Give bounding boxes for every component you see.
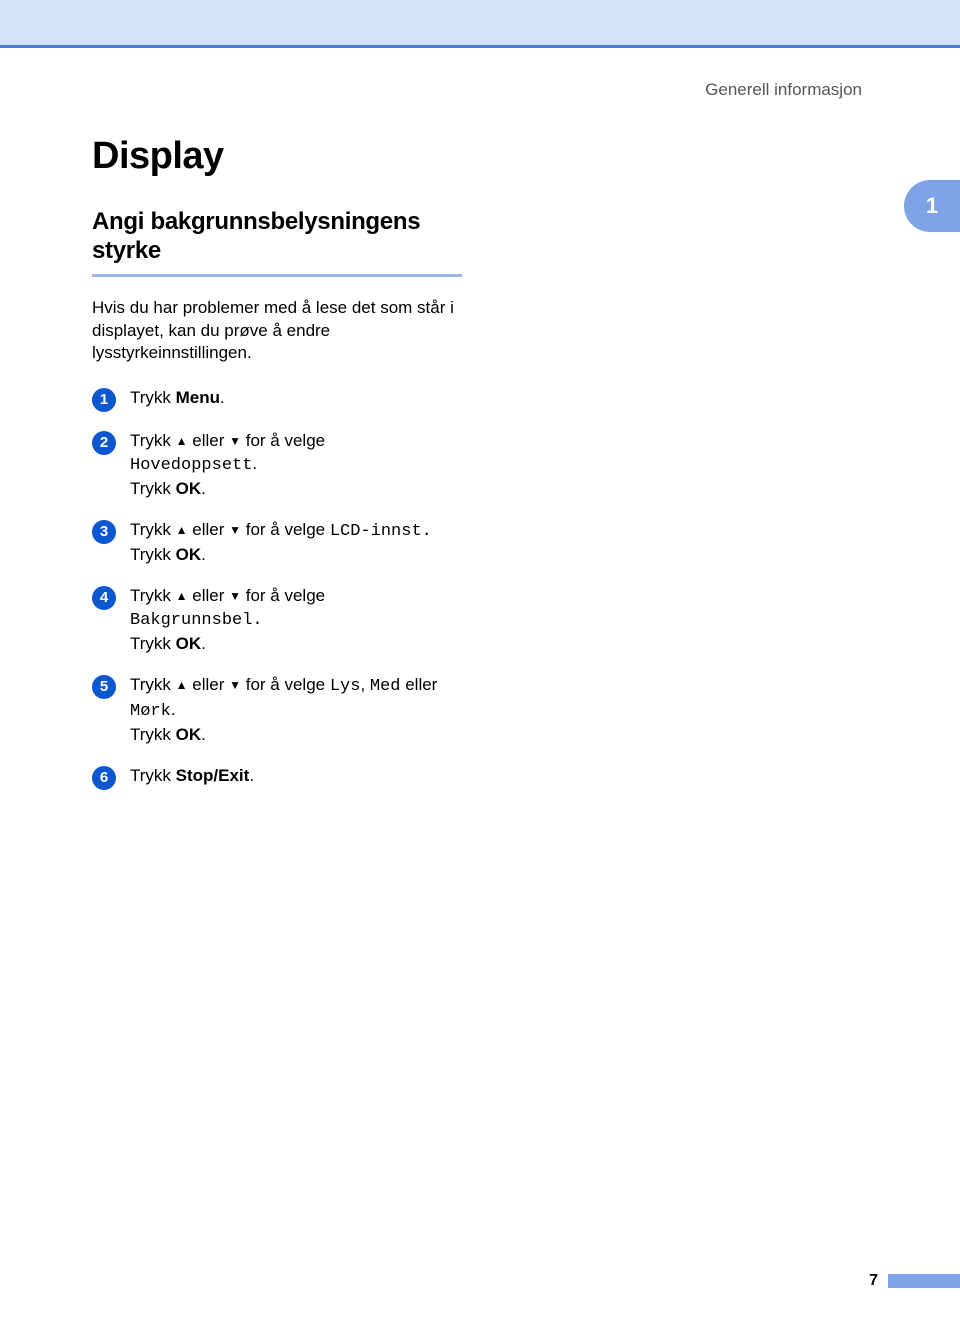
- button-label: OK: [176, 479, 202, 498]
- down-arrow-icon: ▼: [229, 523, 241, 537]
- button-label: OK: [176, 545, 202, 564]
- text: Trykk: [130, 479, 176, 498]
- text: Trykk: [130, 586, 176, 605]
- step-5: 5 Trykk ▲ eller ▼ for å velge Lys, Med e…: [92, 674, 462, 747]
- menu-option: Mørk: [130, 702, 171, 721]
- step-text: Trykk ▲ eller ▼ for å velge Bakgrunnsbel…: [130, 585, 462, 656]
- up-arrow-icon: ▲: [176, 523, 188, 537]
- text: eller: [188, 586, 230, 605]
- step-badge: 2: [92, 431, 116, 455]
- text: ,: [360, 675, 369, 694]
- chapter-tab: 1: [904, 180, 960, 232]
- button-label: OK: [176, 634, 202, 653]
- step-text: Trykk ▲ eller ▼ for å velge Lys, Med ell…: [130, 674, 462, 747]
- text: .: [201, 634, 206, 653]
- down-arrow-icon: ▼: [229, 589, 241, 603]
- down-arrow-icon: ▼: [229, 434, 241, 448]
- text: Trykk: [130, 634, 176, 653]
- up-arrow-icon: ▲: [176, 589, 188, 603]
- text: .: [201, 479, 206, 498]
- page: Generell informasjon 1 Display Angi bakg…: [0, 0, 960, 1320]
- step-text: Trykk Menu.: [130, 387, 462, 412]
- text: Trykk: [130, 725, 176, 744]
- button-label: Menu: [176, 388, 220, 407]
- text: eller: [188, 431, 230, 450]
- text: .: [220, 388, 225, 407]
- text: Trykk: [130, 431, 176, 450]
- text: eller: [188, 520, 230, 539]
- step-1: 1 Trykk Menu.: [92, 387, 462, 412]
- text: .: [171, 700, 176, 719]
- step-text: Trykk ▲ eller ▼ for å velge Hovedoppsett…: [130, 430, 462, 501]
- step-4: 4 Trykk ▲ eller ▼ for å velge Bakgrunnsb…: [92, 585, 462, 656]
- up-arrow-icon: ▲: [176, 678, 188, 692]
- menu-option: Hovedoppsett: [130, 456, 252, 475]
- step-badge: 1: [92, 388, 116, 412]
- step-text: Trykk ▲ eller ▼ for å velge LCD-innst. T…: [130, 519, 462, 567]
- text: Trykk: [130, 675, 176, 694]
- text: Trykk: [130, 520, 176, 539]
- text: for å velge: [241, 520, 330, 539]
- text: Trykk: [130, 545, 176, 564]
- content-column: Display Angi bakgrunnsbelysningens styrk…: [92, 135, 462, 808]
- button-label: OK: [176, 725, 202, 744]
- text: .: [249, 766, 254, 785]
- step-6: 6 Trykk Stop/Exit.: [92, 765, 462, 790]
- text: .: [252, 454, 257, 473]
- page-footer: 7: [869, 1272, 960, 1290]
- up-arrow-icon: ▲: [176, 434, 188, 448]
- intro-paragraph: Hvis du har problemer med å lese det som…: [92, 297, 462, 366]
- menu-option: Med: [370, 677, 401, 696]
- text: .: [201, 725, 206, 744]
- top-band: [0, 0, 960, 48]
- text: Trykk: [130, 388, 176, 407]
- step-badge: 5: [92, 675, 116, 699]
- menu-option: Lys: [330, 677, 361, 696]
- page-title: Display: [92, 135, 462, 178]
- text: for å velge: [241, 431, 325, 450]
- step-badge: 3: [92, 520, 116, 544]
- step-2: 2 Trykk ▲ eller ▼ for å velge Hovedoppse…: [92, 430, 462, 501]
- text: for å velge: [241, 586, 325, 605]
- section-label: Generell informasjon: [705, 80, 862, 100]
- footer-accent-bar: [888, 1274, 960, 1288]
- step-badge: 6: [92, 766, 116, 790]
- button-label: Stop/Exit: [176, 766, 250, 785]
- step-3: 3 Trykk ▲ eller ▼ for å velge LCD-innst.…: [92, 519, 462, 567]
- menu-option: Bakgrunnsbel.: [130, 611, 263, 630]
- text: .: [201, 545, 206, 564]
- down-arrow-icon: ▼: [229, 678, 241, 692]
- step-text: Trykk Stop/Exit.: [130, 765, 462, 790]
- text: eller: [401, 675, 438, 694]
- page-number: 7: [869, 1272, 878, 1290]
- step-list: 1 Trykk Menu. 2 Trykk ▲ eller ▼ for å ve…: [92, 387, 462, 789]
- step-badge: 4: [92, 586, 116, 610]
- text: for å velge: [241, 675, 330, 694]
- menu-option: LCD-innst.: [330, 522, 432, 541]
- section-heading: Angi bakgrunnsbelysningens styrke: [92, 208, 462, 277]
- text: Trykk: [130, 766, 176, 785]
- text: eller: [188, 675, 230, 694]
